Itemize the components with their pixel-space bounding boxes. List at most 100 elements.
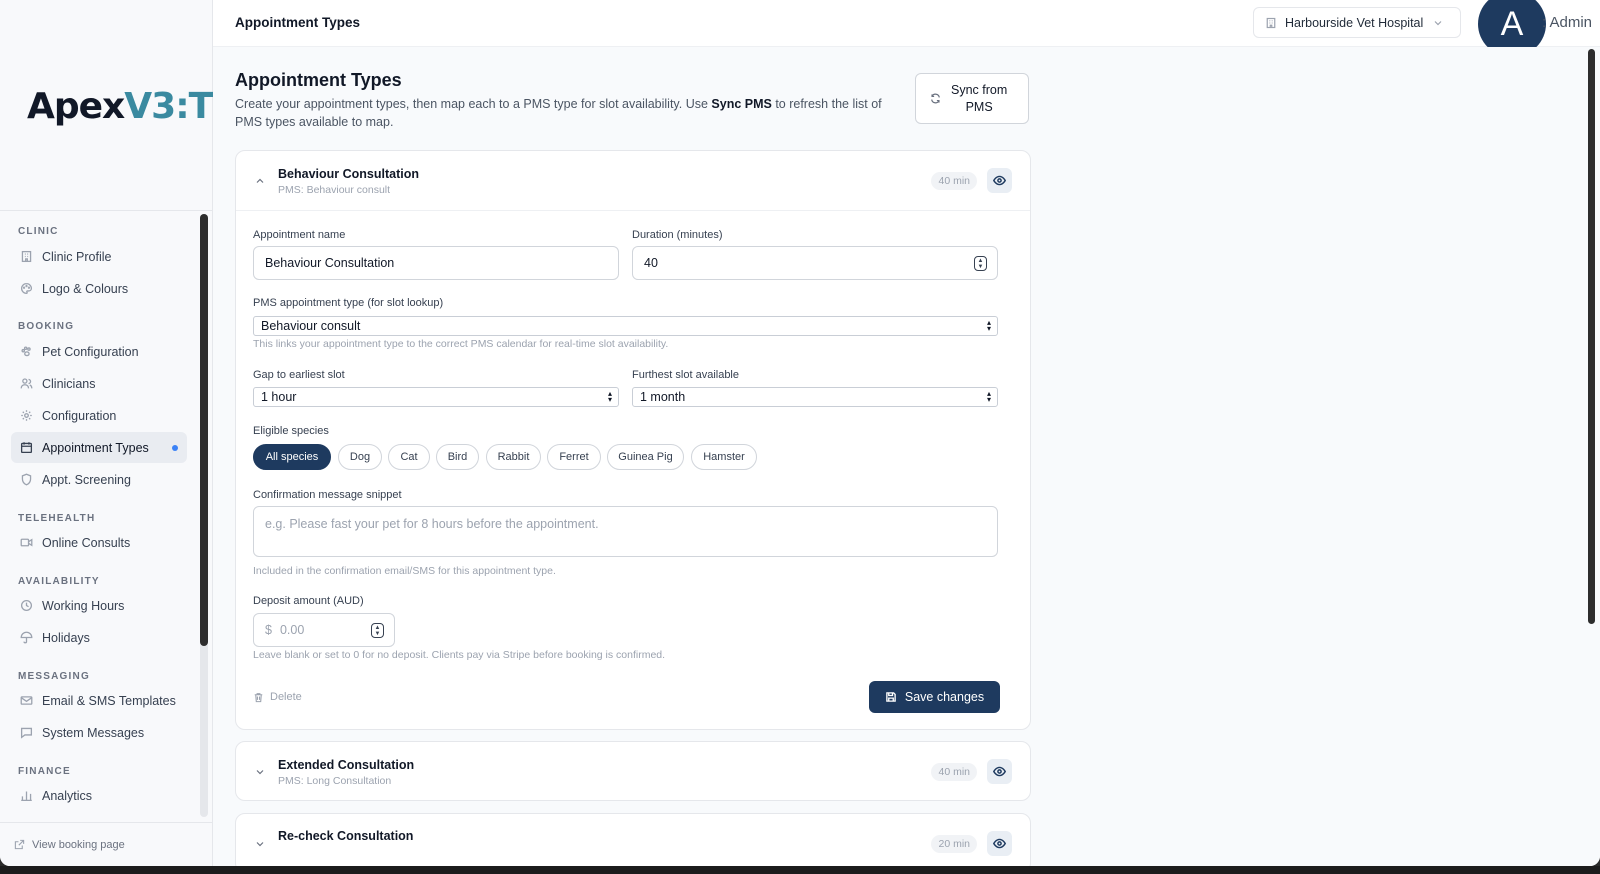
deposit-help: Leave blank or set to 0 for no deposit. … [253, 649, 666, 661]
duration-badge: 40 min [931, 763, 977, 781]
sidebar-item-email-sms-templates[interactable]: Email & SMS Templates [11, 685, 187, 716]
chevron-down-icon [1434, 20, 1442, 25]
species-chip-bird[interactable]: Bird [436, 444, 479, 470]
app-window: ApexV3:T CLINIC Clinic Profile Logo & Co… [0, 0, 1600, 866]
sidebar-item-appointment-types[interactable]: Appointment Types [11, 432, 187, 463]
card-header[interactable]: Behaviour Consultation PMS: Behaviour co… [236, 151, 1030, 211]
species-chip-hamster[interactable]: Hamster [691, 444, 757, 470]
species-chip-guinea-pig[interactable]: Guinea Pig [607, 444, 684, 470]
eye-icon [993, 766, 1006, 777]
card-title: Extended Consultation [278, 758, 415, 772]
appointment-name-label: Appointment name [253, 229, 346, 241]
furthest-slot-label: Furthest slot available [632, 369, 739, 381]
mail-icon [20, 694, 33, 707]
sidebar-item-pet-configuration[interactable]: Pet Configuration [11, 336, 187, 367]
chevron-up-icon[interactable] [254, 175, 266, 187]
top-bar: Appointment Types Harbourside Vet Hospit… [213, 0, 1600, 57]
building-icon [20, 250, 33, 263]
species-label: Eligible species [253, 425, 329, 437]
species-chip-ferret[interactable]: Ferret [547, 444, 601, 470]
visibility-toggle-button[interactable] [987, 168, 1012, 193]
shield-icon [20, 473, 33, 486]
gap-select[interactable]: 1 hour ▴ ▾ [253, 387, 619, 407]
species-chip-cat[interactable]: Cat [388, 444, 430, 470]
sidebar-item-holidays[interactable]: Holidays [11, 622, 187, 653]
deposit-label: Deposit amount (AUD) [253, 595, 364, 607]
duration-input[interactable]: 40 ▲ ▼ [632, 246, 998, 280]
sidebar-item-clinicians[interactable]: Clinicians [11, 368, 187, 399]
video-icon [20, 536, 33, 549]
topbar-title: Appointment Types [235, 15, 361, 30]
card-pms-subtitle: PMS: Behaviour consult [278, 184, 391, 196]
select-arrows-icon: ▴ ▾ [607, 389, 612, 404]
gear-icon [20, 409, 33, 422]
save-changes-button[interactable]: Save changes [869, 681, 1000, 713]
view-booking-link[interactable]: View booking page [0, 822, 212, 866]
users-icon [20, 377, 33, 390]
sidebar-item-logo-colours[interactable]: Logo & Colours [11, 273, 187, 304]
card-header[interactable]: Re-check Consultation 20 min [236, 814, 1030, 866]
chevron-down-icon[interactable] [254, 766, 266, 778]
confirmation-textarea[interactable]: e.g. Please fast your pet for 8 hours be… [253, 506, 998, 557]
appointment-name-input[interactable]: Behaviour Consultation [253, 246, 619, 280]
confirmation-help: Included in the confirmation email/SMS f… [253, 565, 556, 577]
main-scrollbar-thumb[interactable] [1588, 49, 1595, 624]
sync-from-pms-button[interactable]: Sync from PMS [915, 73, 1029, 124]
sidebar-nav: CLINIC Clinic Profile Logo & Colours BOO… [0, 212, 212, 822]
paw-icon [20, 345, 33, 358]
sidebar-item-clinic-profile[interactable]: Clinic Profile [11, 241, 187, 272]
sidebar-item-system-messages[interactable]: System Messages [11, 717, 187, 748]
trash-icon [254, 692, 263, 702]
deposit-stepper[interactable]: ▲ ▼ [371, 623, 384, 638]
card-title: Behaviour Consultation [278, 167, 419, 181]
confirmation-label: Confirmation message snippet [253, 489, 402, 501]
pms-type-help: This links your appointment type to the … [253, 338, 669, 350]
nav-section-clinic: CLINIC [18, 226, 59, 237]
nav-section-messaging: MESSAGING [18, 671, 90, 682]
bar-chart-icon [20, 789, 33, 802]
select-arrows-icon: ▴ ▾ [986, 389, 991, 404]
appointment-card-collapsed[interactable]: Extended Consultation PMS: Long Consulta… [235, 741, 1031, 801]
page-description: Create your appointment types, then map … [235, 97, 882, 129]
deposit-input[interactable]: $ 0.00 ▲ ▼ [253, 613, 395, 647]
card-title: Re-check Consultation [278, 829, 414, 843]
visibility-toggle-button[interactable] [987, 759, 1012, 784]
eye-icon [993, 175, 1006, 186]
sidebar-item-online-consults[interactable]: Online Consults [11, 527, 187, 558]
chevron-down-icon[interactable] [254, 838, 266, 850]
calendar-icon [20, 441, 33, 454]
duration-badge: 20 min [931, 835, 977, 853]
nav-section-telehealth: TELEHEALTH [18, 513, 96, 524]
species-chip-all[interactable]: All species [253, 444, 331, 470]
furthest-slot-select[interactable]: 1 month ▴ ▾ [632, 387, 998, 407]
duration-label: Duration (minutes) [632, 229, 723, 241]
nav-section-finance: FINANCE [18, 766, 71, 777]
pms-type-select[interactable]: Behaviour consult ▴ ▾ [253, 316, 998, 336]
duration-badge: 40 min [931, 172, 977, 190]
delete-button[interactable]: Delete [253, 691, 302, 703]
pms-type-label: PMS appointment type (for slot lookup) [253, 297, 444, 309]
appointment-card-collapsed[interactable]: Re-check Consultation 20 min [235, 813, 1031, 866]
species-chip-rabbit[interactable]: Rabbit [486, 444, 541, 470]
palette-icon [20, 282, 33, 295]
sidebar-item-configuration[interactable]: Configuration [11, 400, 187, 431]
card-header[interactable]: Extended Consultation PMS: Long Consulta… [236, 742, 1030, 800]
logo-area: ApexV3:T [0, 0, 213, 211]
message-icon [20, 726, 33, 739]
species-chip-dog[interactable]: Dog [338, 444, 382, 470]
sidebar-item-appt-screening[interactable]: Appt. Screening [11, 464, 187, 495]
nav-section-booking: BOOKING [18, 321, 75, 332]
apexvet-logo[interactable]: ApexV3:T [27, 86, 213, 127]
visibility-toggle-button[interactable] [987, 831, 1012, 856]
desktop-taskbar-strip [0, 866, 1600, 874]
refresh-icon [931, 93, 940, 104]
external-link-icon [14, 839, 25, 850]
select-arrows-icon: ▴ ▾ [986, 318, 991, 333]
duration-stepper[interactable]: ▲ ▼ [974, 256, 987, 271]
page-title: Appointment Types [235, 70, 402, 90]
active-indicator-dot [172, 445, 178, 451]
sidebar-item-analytics[interactable]: Analytics [11, 780, 187, 811]
clinic-switcher[interactable]: Harbourside Vet Hospital [1253, 7, 1461, 38]
building-icon [1266, 17, 1276, 28]
sidebar-item-working-hours[interactable]: Working Hours [11, 590, 187, 621]
